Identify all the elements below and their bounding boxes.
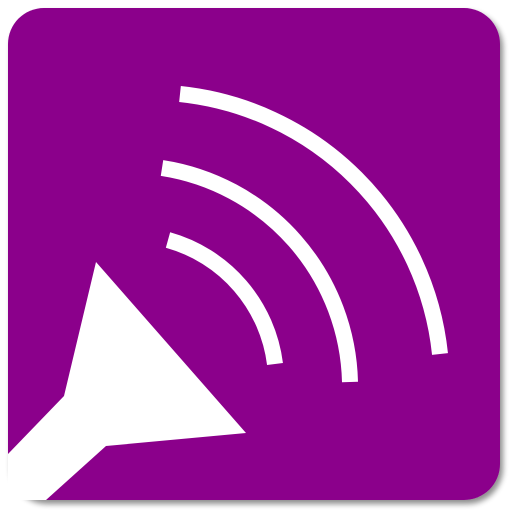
broadcast-signal-icon	[8, 8, 500, 500]
app-icon[interactable]	[0, 0, 512, 512]
